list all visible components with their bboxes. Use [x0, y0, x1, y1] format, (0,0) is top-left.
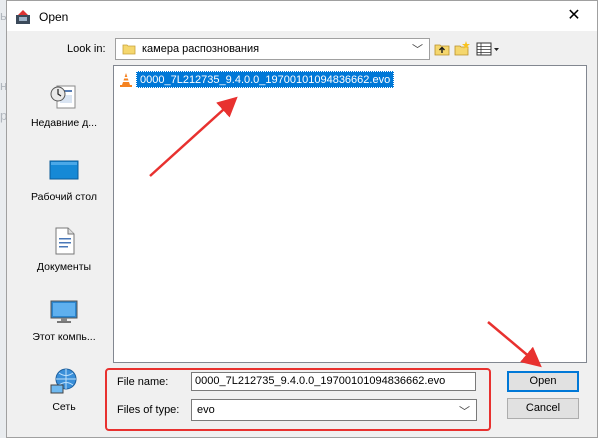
- annotation-highlight-box: [105, 368, 491, 431]
- list-item[interactable]: 0000_7L212735_9.4.0.0_19700101094836662.…: [118, 71, 395, 89]
- documents-icon: [55, 227, 75, 255]
- close-icon: ✕: [567, 7, 581, 24]
- place-label: Недавние д...: [30, 117, 98, 129]
- vlc-file-icon: [120, 73, 132, 87]
- title-bar: Open ✕: [7, 1, 597, 31]
- network-icon: [50, 368, 77, 394]
- new-folder-icon[interactable]: [453, 40, 471, 58]
- file-name-selected: 0000_7L212735_9.4.0.0_19700101094836662.…: [136, 71, 395, 88]
- open-file-dialog: Open ✕ Look in: камера распознования ﹀ Н…: [6, 0, 598, 438]
- close-button[interactable]: ✕: [551, 1, 597, 31]
- window-title: Open: [39, 10, 69, 24]
- file-list[interactable]: 0000_7L212735_9.4.0.0_19700101094836662.…: [113, 65, 587, 363]
- up-folder-icon[interactable]: [433, 40, 451, 58]
- look-in-value: камера распознования: [142, 43, 260, 55]
- place-network[interactable]: Сеть: [17, 365, 111, 433]
- place-label: Сеть: [52, 401, 76, 413]
- chevron-down-icon: ﹀: [412, 44, 423, 56]
- look-in-combo[interactable]: камера распознования ﹀: [115, 38, 430, 60]
- open-button[interactable]: Open: [507, 371, 579, 392]
- desktop-icon: [49, 160, 79, 180]
- view-menu-icon[interactable]: [475, 40, 501, 58]
- place-this-pc[interactable]: Этот компь...: [17, 295, 111, 363]
- places-bar: Недавние д... Рабочий стол Документы Это…: [17, 67, 111, 429]
- this-pc-icon: [50, 300, 78, 323]
- place-documents[interactable]: Документы: [17, 225, 111, 293]
- java-app-icon: [16, 10, 30, 24]
- place-label: Рабочий стол: [31, 191, 97, 203]
- place-recent[interactable]: Недавние д...: [17, 81, 111, 149]
- folder-icon: [122, 44, 136, 55]
- place-desktop[interactable]: Рабочий стол: [17, 155, 111, 223]
- place-label: Этот компь...: [32, 331, 96, 343]
- recent-places-icon: [50, 85, 76, 109]
- cancel-button[interactable]: Cancel: [507, 398, 579, 419]
- place-label: Документы: [36, 261, 92, 273]
- look-in-label: Look in:: [67, 43, 106, 55]
